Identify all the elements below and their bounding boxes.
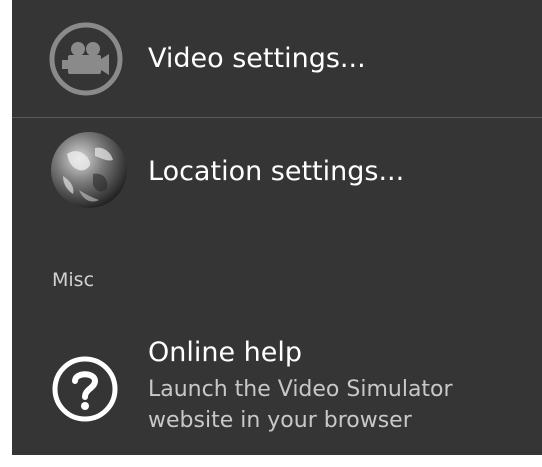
online-help-title: Online help: [148, 337, 303, 368]
location-settings-title: Location settings...: [148, 156, 405, 187]
video-settings-title: Video settings...: [148, 43, 366, 74]
help-circle-icon: [48, 352, 122, 426]
misc-category-header: Misc: [52, 269, 95, 291]
video-settings-item[interactable]: Video settings...: [12, 0, 542, 117]
settings-screen: Video settings... Location settings... M…: [12, 0, 542, 455]
video-camera-icon: [49, 22, 123, 96]
online-help-item[interactable]: Online help Launch the Video Simulator w…: [12, 320, 542, 455]
online-help-summary: Launch the Video Simulator website in yo…: [148, 377, 453, 433]
globe-icon: [49, 130, 129, 210]
location-settings-item[interactable]: Location settings...: [12, 118, 542, 230]
